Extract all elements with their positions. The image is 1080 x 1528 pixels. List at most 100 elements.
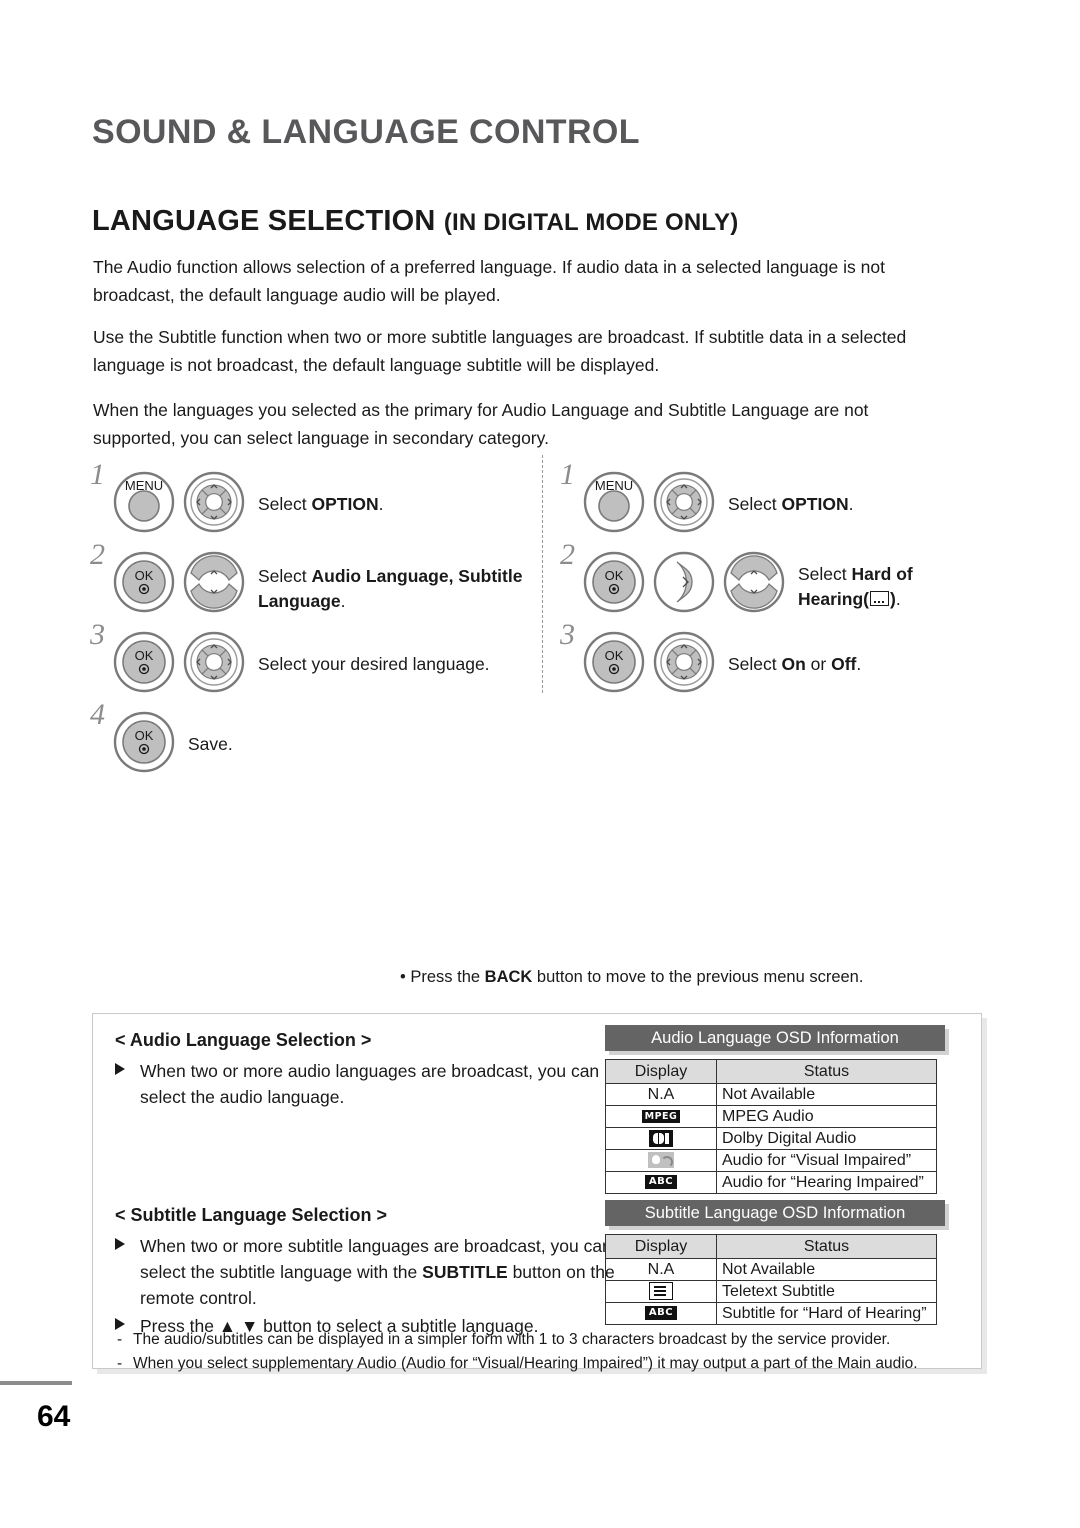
cell-status: MPEG Audio <box>716 1105 937 1128</box>
ok-button-icon[interactable]: OK <box>112 550 176 614</box>
step-text-post: . <box>895 589 901 609</box>
step-text-bold: On <box>781 654 806 674</box>
step-text-bold: OPTION <box>311 494 379 514</box>
step-text-bold2: Off <box>831 654 857 674</box>
dash-bullet: - <box>117 1331 123 1348</box>
svg-text:MENU: MENU <box>595 478 633 493</box>
navigation-pad-4way-icon[interactable] <box>652 470 716 534</box>
column-header-display: Display <box>605 1234 717 1259</box>
cell-display <box>605 1280 717 1303</box>
ok-button-icon[interactable]: OK <box>112 710 176 774</box>
bullet-item: When two or more audio languages are bro… <box>115 1058 610 1110</box>
tip-bold: BACK <box>484 968 533 986</box>
step-instruction: Save. <box>188 732 233 757</box>
step-instruction: Select your desired language. <box>258 652 490 677</box>
step-row: 1 MENU Select OPTION. <box>560 458 990 542</box>
svg-text:OK: OK <box>605 568 624 583</box>
step-text-pre: Select <box>728 494 782 514</box>
tip-bullet: • <box>400 968 406 986</box>
cell-display: N.A <box>605 1083 717 1106</box>
abc-icon: ABC <box>644 1306 678 1321</box>
subtitle-osd-title: Subtitle Language OSD Information <box>605 1200 945 1226</box>
step-number: 1 <box>90 458 105 491</box>
table-row: ABC Audio for “Hearing Impaired” <box>605 1171 937 1194</box>
step-text-pre: Select <box>798 564 852 584</box>
step-text-post: . <box>856 654 862 674</box>
menu-button-icon[interactable]: MENU <box>582 470 646 534</box>
cell-display <box>605 1127 717 1150</box>
step-text-pre: Save. <box>188 734 233 754</box>
ok-button-icon[interactable]: OK <box>582 630 646 694</box>
table-row: ABC Subtitle for “Hard of Hearing” <box>605 1302 937 1325</box>
step-row: 1 MENU Select OPTION. <box>90 458 530 542</box>
cell-status: Teletext Subtitle <box>716 1280 937 1303</box>
cell-status: Not Available <box>716 1083 937 1106</box>
footnote-text: When you select supplementary Audio (Aud… <box>133 1355 918 1372</box>
cell-status: Audio for “Visual Impaired” <box>716 1149 937 1172</box>
table-row: Dolby Digital Audio <box>605 1127 937 1150</box>
bullet-item: When two or more subtitle languages are … <box>115 1233 620 1311</box>
triangle-bullet-icon <box>115 1238 125 1250</box>
navigation-pad-updown-icon[interactable] <box>722 550 786 614</box>
svg-text:OK: OK <box>605 648 624 663</box>
svg-text:OK: OK <box>135 568 154 583</box>
cell-display <box>605 1149 717 1172</box>
cell-display: ABC <box>605 1171 717 1194</box>
step-number: 4 <box>90 698 105 731</box>
navigation-pad-4way-icon[interactable] <box>182 630 246 694</box>
step-instruction: Select On or Off. <box>728 652 861 677</box>
column-header-status: Status <box>716 1059 937 1084</box>
audio-language-selection-heading: < Audio Language Selection > <box>115 1030 372 1050</box>
navigation-pad-4way-icon[interactable] <box>182 470 246 534</box>
table-header-row: Display Status <box>605 1059 937 1084</box>
cell-status: Not Available <box>716 1258 937 1281</box>
step-text-pre: Select <box>258 566 312 586</box>
step-row: 4 OK Save. <box>90 698 530 782</box>
step-row: 2 OK Select Audio Language, Subtitle Lan… <box>90 538 530 622</box>
cell-status: Dolby Digital Audio <box>716 1127 937 1150</box>
ok-button-icon[interactable]: OK <box>582 550 646 614</box>
cell-display: ABC <box>605 1302 717 1325</box>
ok-button-icon[interactable]: OK <box>112 630 176 694</box>
language-selection-info-box: < Audio Language Selection > When two or… <box>92 1013 982 1372</box>
footnotes: - The audio/subtitles can be displayed in… <box>115 1328 965 1376</box>
step-instruction: Select OPTION. <box>258 492 383 517</box>
svg-text:MENU: MENU <box>125 478 163 493</box>
step-row: 3 OK Se <box>90 618 530 702</box>
navigation-pad-updown-icon[interactable] <box>182 550 246 614</box>
step-text-pre: Select <box>258 494 312 514</box>
section-title-main: LANGUAGE SELECTION <box>92 205 436 237</box>
step-number: 2 <box>560 538 575 571</box>
footnote-text: The audio/subtitles can be displayed in … <box>133 1331 891 1348</box>
audio-osd-information-table: Audio Language OSD Information Display S… <box>605 1025 945 1194</box>
steps-left-column: 1 MENU Select OPTION. 2 OK Select Audio … <box>90 458 530 782</box>
mpeg-icon: MPEG <box>641 1109 681 1124</box>
intro-paragraph-3: When the languages you selected as the p… <box>93 400 869 448</box>
bullet-text: When two or more audio languages are bro… <box>140 1061 600 1107</box>
step-number: 3 <box>560 618 575 651</box>
audio-language-selection-body: When two or more audio languages are bro… <box>115 1058 610 1112</box>
table-row: Teletext Subtitle <box>605 1280 937 1303</box>
step-text-pre: Select <box>728 654 782 674</box>
cell-display: N.A <box>605 1258 717 1281</box>
step-number: 3 <box>90 618 105 651</box>
subtitle-language-selection-heading: < Subtitle Language Selection > <box>115 1205 388 1225</box>
back-button-tip: • Press the BACK button to move to the p… <box>400 968 863 987</box>
page-number: 64 <box>37 1400 71 1433</box>
bullet-text-bold: SUBTITLE <box>422 1262 508 1282</box>
svg-text:OK: OK <box>135 648 154 663</box>
step-instruction: Select OPTION. <box>728 492 853 517</box>
navigation-right-arrow-icon[interactable] <box>652 550 716 614</box>
step-text-mid: or <box>805 654 832 674</box>
teletext-icon <box>649 1282 673 1301</box>
step-number: 1 <box>560 458 575 491</box>
menu-button-icon[interactable]: MENU <box>112 470 176 534</box>
step-text-bold: OPTION <box>781 494 849 514</box>
subtitle-osd-table: Display Status N.A Not Available Teletex… <box>605 1234 937 1325</box>
table-row: N.A Not Available <box>605 1083 937 1106</box>
svg-text:OK: OK <box>135 728 154 743</box>
footnote-item: - The audio/subtitles can be displayed in… <box>115 1328 965 1352</box>
navigation-pad-4way-icon[interactable] <box>652 630 716 694</box>
abc-icon: ABC <box>644 1175 678 1190</box>
step-number: 2 <box>90 538 105 571</box>
